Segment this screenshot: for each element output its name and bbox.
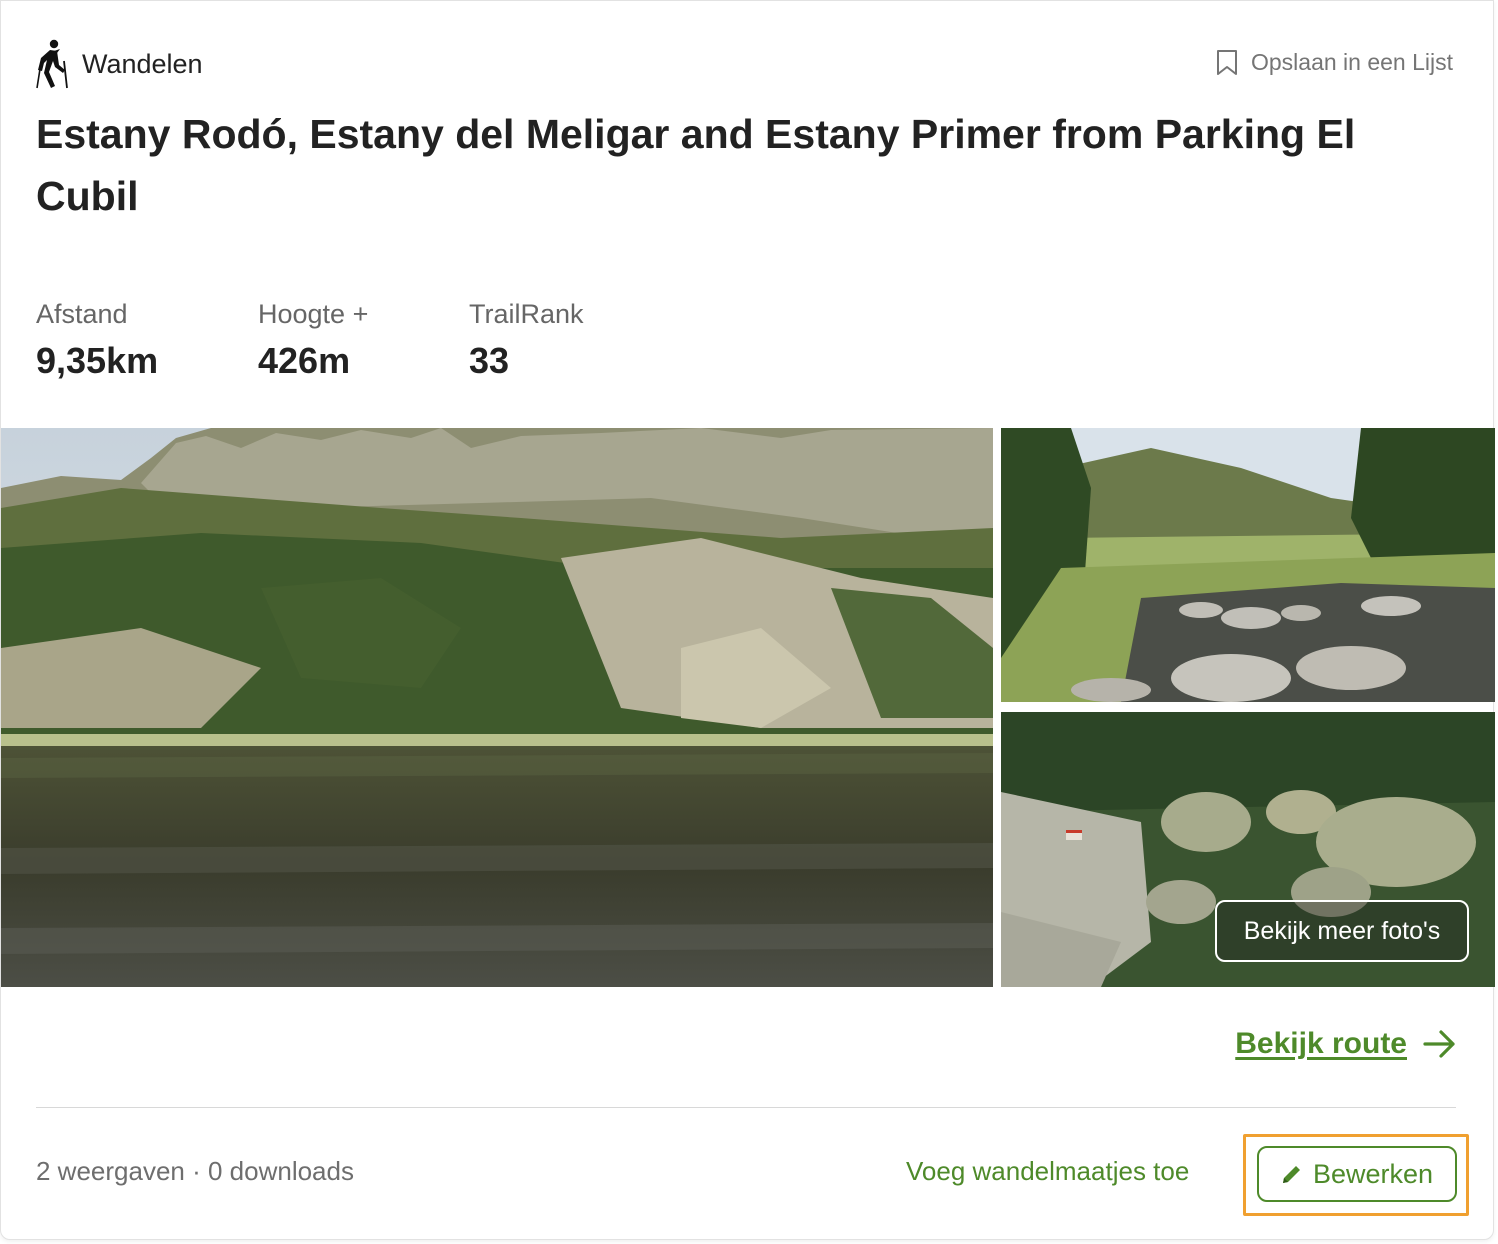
add-hiking-buddies-link[interactable]: Voeg wandelmaatjes toe <box>906 1156 1189 1187</box>
edit-label: Bewerken <box>1312 1158 1434 1189</box>
edit-button[interactable]: Bewerken <box>1257 1146 1457 1202</box>
stat-value: 9,35km <box>36 340 159 381</box>
divider <box>36 1107 1456 1108</box>
stat-value: 33 <box>469 340 510 381</box>
hiker-icon <box>36 39 68 89</box>
trail-card: Wandelen Opslaan in een Lijst Estany Rod… <box>0 0 1495 1240</box>
view-route-label: Bekijk route <box>1235 1027 1407 1060</box>
stat-label: TrailRank <box>469 299 584 329</box>
trail-stats: Afstand 9,35km Hoogte + 426m TrailRank 3… <box>36 299 629 382</box>
arrow-right-icon <box>1423 1030 1455 1058</box>
stat-label: Hoogte + <box>258 299 369 329</box>
main-photo[interactable] <box>1 428 993 987</box>
trail-title: Estany Rodó, Estany del Meligar and Esta… <box>36 111 1356 219</box>
view-route-link[interactable]: Bekijk route <box>1235 1027 1457 1061</box>
activity-label: Wandelen <box>82 48 203 79</box>
views-downloads-count: 2 weergaven · 0 downloads <box>36 1156 354 1186</box>
view-more-photos-button[interactable]: Bekijk meer foto's <box>1215 900 1469 962</box>
stat-label: Afstand <box>36 299 128 329</box>
stat-elevation-gain: Hoogte + 426m <box>258 299 469 382</box>
bookmark-icon <box>1216 50 1237 75</box>
save-to-list-button[interactable]: Opslaan in een Lijst <box>1215 49 1453 76</box>
pencil-icon <box>1282 1166 1300 1183</box>
activity-type: Wandelen <box>35 39 203 89</box>
stat-distance: Afstand 9,35km <box>36 299 258 382</box>
stat-trailrank: TrailRank 33 <box>469 299 629 382</box>
save-to-list-label: Opslaan in een Lijst <box>1250 49 1453 75</box>
stream-photo[interactable] <box>1001 428 1495 702</box>
stat-value: 426m <box>258 340 351 381</box>
